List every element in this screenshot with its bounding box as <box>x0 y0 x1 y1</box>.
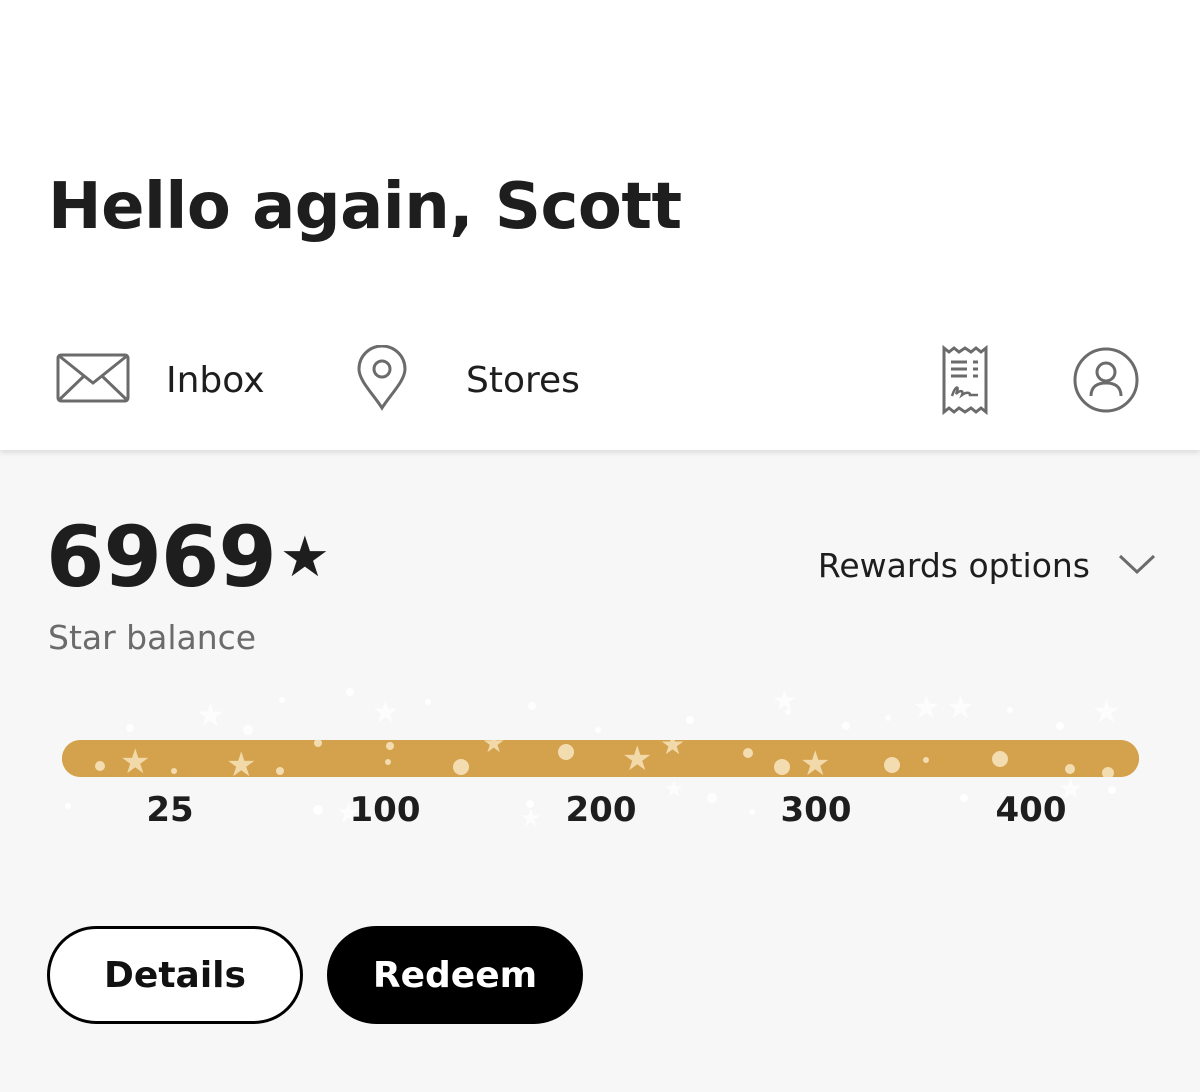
envelope-icon <box>56 353 130 407</box>
svg-text:★: ★ <box>946 688 975 726</box>
details-button[interactable]: Details <box>47 926 303 1024</box>
progress-sparkles: ★ ★ ★ ★ ★ ★ <box>95 740 1114 777</box>
svg-text:★: ★ <box>196 696 225 734</box>
star-balance: 6969 ★ <box>46 508 330 606</box>
progress-tick-25: 25 <box>146 790 194 830</box>
svg-text:★: ★ <box>622 740 652 777</box>
svg-text:★: ★ <box>772 684 797 717</box>
greeting-title: Hello again, Scott <box>48 170 682 244</box>
svg-text:★: ★ <box>226 745 256 777</box>
svg-text:★: ★ <box>664 777 684 802</box>
account-button[interactable] <box>1072 346 1140 418</box>
rewards-options-label: Rewards options <box>817 546 1090 585</box>
inbox-label: Inbox <box>166 359 265 401</box>
rewards-progress: ★ ★ ★ ★ ★ ★ ★ ★ ★ ★ ★ ★ ★ ★ ★ ★ 25 100 2… <box>0 680 1200 880</box>
svg-text:★: ★ <box>120 742 150 777</box>
progress-tick-400: 400 <box>995 790 1067 830</box>
rewards-panel: 6969 ★ Star balance Rewards options ★ ★ … <box>0 450 1200 1092</box>
stores-label: Stores <box>466 359 580 401</box>
sparkle-decoration: ★ ★ ★ ★ ★ ★ ★ ★ ★ ★ <box>65 684 1121 832</box>
svg-text:★: ★ <box>800 744 830 777</box>
svg-text:★: ★ <box>1092 692 1121 730</box>
header: Hello again, Scott Inbox Stores <box>0 0 1200 450</box>
star-balance-caption: Star balance <box>48 618 257 657</box>
chevron-down-icon <box>1118 553 1156 579</box>
location-pin-icon <box>356 344 408 415</box>
star-balance-value: 6969 <box>46 508 277 606</box>
svg-text:★: ★ <box>660 740 685 761</box>
svg-text:★: ★ <box>372 695 399 730</box>
inbox-link[interactable]: Inbox <box>56 340 265 420</box>
progress-tick-200: 200 <box>565 790 637 830</box>
account-icon <box>1072 347 1140 418</box>
svg-text:★: ★ <box>912 688 941 726</box>
svg-text:★: ★ <box>520 804 542 832</box>
svg-text:★: ★ <box>482 740 505 759</box>
progress-tick-300: 300 <box>780 790 852 830</box>
stores-link[interactable]: Stores <box>356 340 580 420</box>
redeem-button[interactable]: Redeem <box>327 926 583 1024</box>
rewards-options-dropdown[interactable]: Rewards options <box>818 546 1156 585</box>
progress-tick-100: 100 <box>349 790 421 830</box>
receipt-button[interactable] <box>940 344 990 420</box>
star-icon: ★ <box>279 524 330 590</box>
receipt-icon <box>940 344 990 420</box>
